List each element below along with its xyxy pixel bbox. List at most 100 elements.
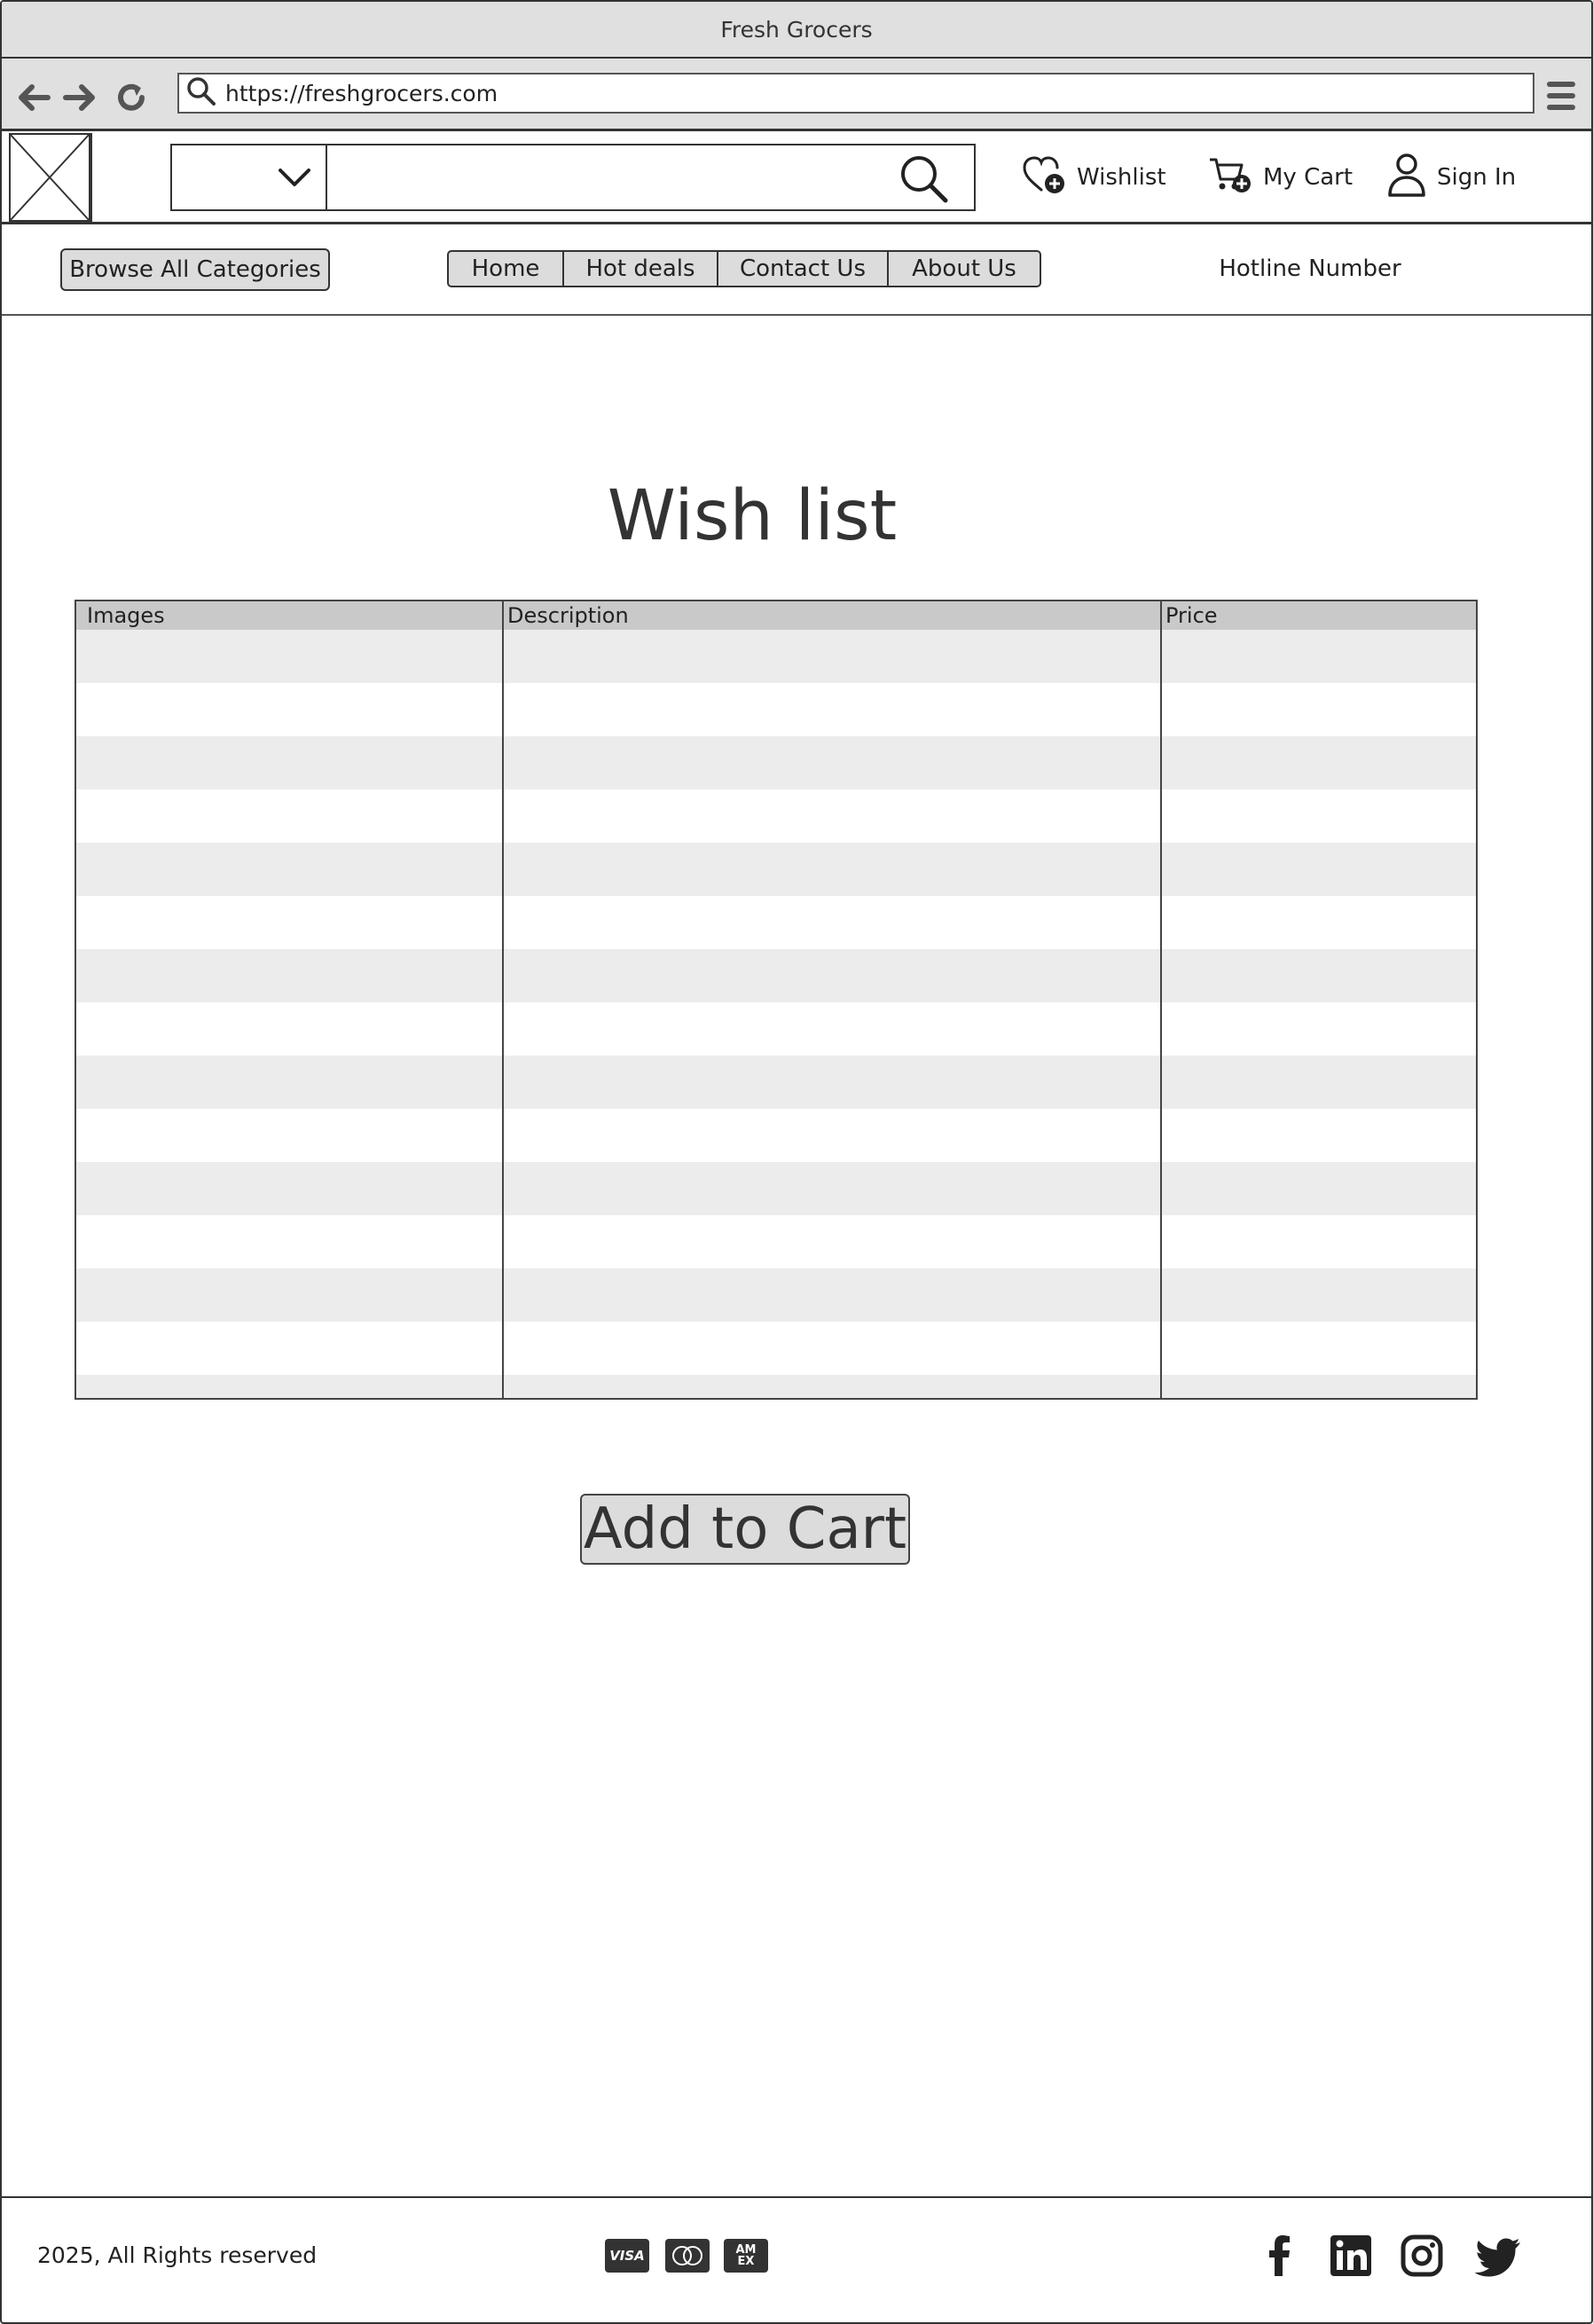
table-row[interactable] xyxy=(76,1322,1476,1375)
category-dropdown[interactable] xyxy=(172,145,327,209)
page-title-text: Wish list xyxy=(607,476,898,556)
nav-tab-hot-deals[interactable]: Hot deals xyxy=(564,252,718,286)
address-bar[interactable]: https://freshgrocers.com xyxy=(177,73,1534,114)
table-cell xyxy=(1162,1162,1472,1215)
url-text: https://freshgrocers.com xyxy=(225,80,498,106)
table-row[interactable] xyxy=(76,789,1476,843)
table-cell xyxy=(504,1268,1158,1322)
nav-tab-label: About Us xyxy=(912,255,1016,282)
nav-tab-label: Home xyxy=(471,255,540,282)
table-cell xyxy=(83,896,500,949)
table-row[interactable] xyxy=(76,1215,1476,1268)
search-icon xyxy=(186,76,216,110)
column-header-label: Price xyxy=(1165,603,1218,628)
search-button-icon[interactable] xyxy=(898,153,951,206)
table-row[interactable] xyxy=(76,1002,1476,1056)
chevron-down-icon xyxy=(277,163,312,193)
linkedin-icon[interactable] xyxy=(1327,2232,1375,2280)
table-cell xyxy=(83,1002,500,1056)
nav-tab-home[interactable]: Home xyxy=(449,252,564,286)
table-cell xyxy=(83,736,500,789)
table-cell xyxy=(1162,1109,1472,1162)
table-row[interactable] xyxy=(76,949,1476,1002)
column-divider xyxy=(502,601,504,1398)
table-cell xyxy=(1162,1002,1472,1056)
nav-tab-label: Hot deals xyxy=(585,255,695,282)
logo-placeholder[interactable] xyxy=(9,133,92,222)
search-input[interactable] xyxy=(332,145,864,209)
table-cell xyxy=(1162,896,1472,949)
facebook-icon[interactable] xyxy=(1256,2232,1304,2280)
footer-divider xyxy=(2,2196,1591,2198)
hotline-number[interactable]: Hotline Number xyxy=(1199,250,1421,287)
amex-label: AM EX xyxy=(735,2243,757,2268)
table-row[interactable] xyxy=(76,896,1476,949)
table-cell xyxy=(504,1375,1158,1398)
amex-icon: AM EX xyxy=(724,2239,768,2273)
search-bar xyxy=(170,144,976,211)
table-cell xyxy=(504,630,1158,683)
forward-arrow-icon[interactable] xyxy=(60,78,99,117)
table-cell xyxy=(1162,683,1472,736)
mastercard-icon xyxy=(665,2239,710,2273)
add-to-cart-button[interactable]: Add to Cart xyxy=(580,1494,910,1565)
table-row[interactable] xyxy=(76,630,1476,683)
wishlist-link[interactable]: Wishlist xyxy=(1022,151,1166,204)
table-row[interactable] xyxy=(76,843,1476,896)
hamburger-menu-icon[interactable] xyxy=(1545,78,1577,114)
window-title: Fresh Grocers xyxy=(720,16,873,43)
copyright-label: 2025, All Rights reserved xyxy=(37,2242,318,2268)
table-cell xyxy=(83,1109,500,1162)
table-cell xyxy=(83,949,500,1002)
table-cell xyxy=(1162,1215,1472,1268)
column-header-label: Images xyxy=(87,603,165,628)
table-cell xyxy=(83,789,500,843)
window-titlebar: Fresh Grocers xyxy=(2,2,1591,59)
table-cell xyxy=(504,1109,1158,1162)
reload-icon[interactable] xyxy=(112,78,151,117)
table-row[interactable] xyxy=(76,1056,1476,1109)
table-row[interactable] xyxy=(76,1109,1476,1162)
table-cell xyxy=(504,1322,1158,1375)
heart-plus-icon xyxy=(1022,154,1077,201)
table-row[interactable] xyxy=(76,1162,1476,1215)
twitter-icon[interactable] xyxy=(1474,2232,1522,2280)
table-header-row: Images Description Price xyxy=(76,601,1476,630)
nav-divider xyxy=(2,314,1591,316)
table-row[interactable] xyxy=(76,1268,1476,1322)
table-cell xyxy=(83,1375,500,1398)
address-bar-row: https://freshgrocers.com xyxy=(2,59,1591,131)
column-header-images: Images xyxy=(83,601,500,630)
signin-link[interactable]: Sign In xyxy=(1387,151,1516,204)
table-cell xyxy=(83,630,500,683)
hotline-label: Hotline Number xyxy=(1219,255,1401,282)
column-header-label: Description xyxy=(507,603,629,628)
cart-link[interactable]: My Cart xyxy=(1208,151,1353,204)
signin-label: Sign In xyxy=(1437,164,1517,191)
add-to-cart-label: Add to Cart xyxy=(583,1496,907,1562)
table-cell xyxy=(83,1215,500,1268)
browse-categories-label: Browse All Categories xyxy=(69,256,321,283)
table-row[interactable] xyxy=(76,1375,1476,1398)
table-cell xyxy=(1162,843,1472,896)
table-cell xyxy=(1162,1268,1472,1322)
nav-tab-contact-us[interactable]: Contact Us xyxy=(718,252,889,286)
back-arrow-icon[interactable] xyxy=(14,78,53,117)
table-row[interactable] xyxy=(76,683,1476,736)
table-cell xyxy=(1162,1322,1472,1375)
table-cell xyxy=(1162,630,1472,683)
instagram-icon[interactable] xyxy=(1398,2232,1446,2280)
table-row[interactable] xyxy=(76,736,1476,789)
table-cell xyxy=(83,683,500,736)
browse-categories-button[interactable]: Browse All Categories xyxy=(60,248,330,291)
table-cell xyxy=(504,949,1158,1002)
column-header-price: Price xyxy=(1162,601,1472,630)
nav-tab-about-us[interactable]: About Us xyxy=(889,252,1040,286)
user-icon xyxy=(1387,153,1437,203)
table-cell xyxy=(504,1056,1158,1109)
table-cell xyxy=(83,843,500,896)
table-cell xyxy=(83,1322,500,1375)
table-cell xyxy=(83,1162,500,1215)
table-cell xyxy=(1162,736,1472,789)
page-title: Wish list xyxy=(2,463,1503,569)
